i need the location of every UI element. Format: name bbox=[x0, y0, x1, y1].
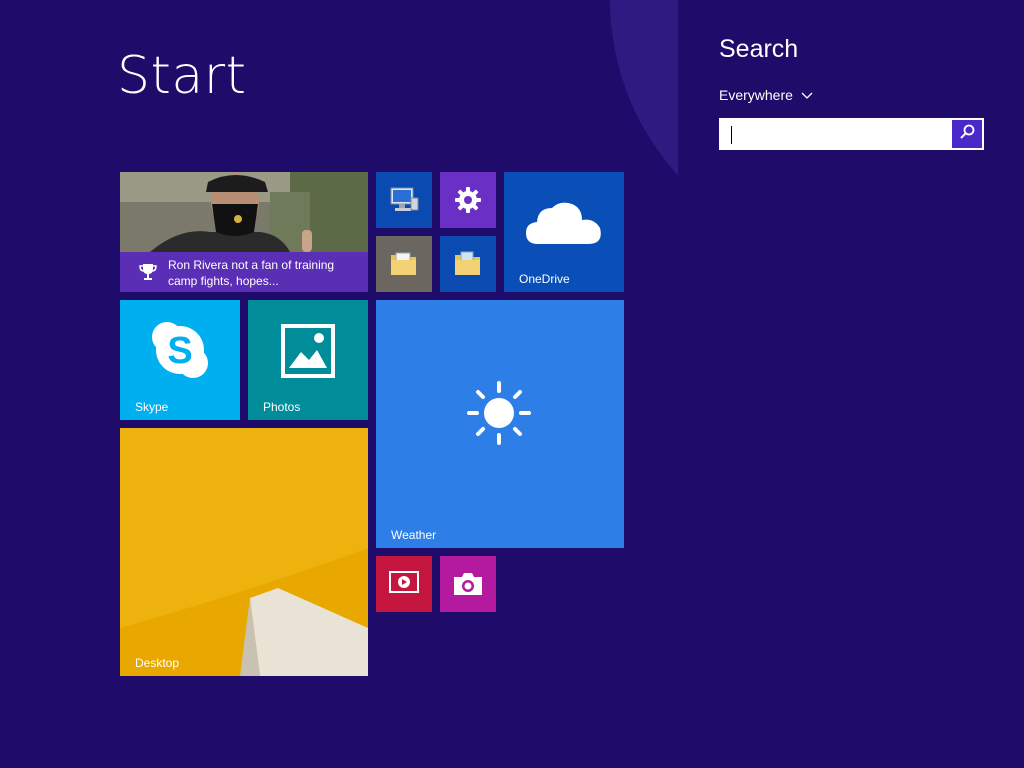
search-icon bbox=[959, 124, 975, 145]
svg-text:S: S bbox=[167, 330, 192, 372]
search-pane-title: Search bbox=[719, 35, 799, 63]
onedrive-tile[interactable]: OneDrive bbox=[504, 172, 624, 292]
photos-icon bbox=[281, 324, 335, 383]
search-pane: Search Everywhere bbox=[678, 0, 1024, 768]
folder-tile[interactable] bbox=[440, 236, 496, 292]
computer-icon bbox=[388, 184, 420, 221]
trophy-icon bbox=[138, 262, 158, 287]
news-caption: Ron Rivera not a fan of training camp fi… bbox=[120, 252, 368, 292]
video-icon bbox=[389, 571, 419, 600]
skype-icon: S bbox=[149, 319, 211, 386]
text-caret bbox=[731, 126, 732, 144]
news-photo bbox=[120, 172, 368, 252]
camera-icon bbox=[452, 571, 484, 602]
photos-label: Photos bbox=[263, 399, 301, 414]
gear-icon bbox=[453, 185, 483, 220]
skype-label: Skype bbox=[135, 399, 169, 414]
weather-label: Weather bbox=[391, 527, 437, 542]
search-scope-value: Everywhere bbox=[719, 87, 793, 103]
file-explorer-tile[interactable] bbox=[376, 236, 432, 292]
search-input[interactable] bbox=[721, 120, 952, 148]
search-scope-dropdown[interactable]: Everywhere bbox=[719, 87, 813, 103]
start-title: Start bbox=[117, 46, 247, 106]
search-box bbox=[719, 118, 984, 150]
computer-tile[interactable] bbox=[376, 172, 432, 228]
cloud-icon bbox=[524, 198, 604, 253]
folder-icon bbox=[452, 248, 484, 285]
sun-icon bbox=[466, 380, 532, 451]
desktop-label: Desktop bbox=[135, 655, 180, 670]
onedrive-label: OneDrive bbox=[519, 271, 570, 286]
camera-tile[interactable] bbox=[440, 556, 496, 612]
start-screen: Start Ron Rivera not a fan of training c… bbox=[0, 0, 678, 768]
weather-tile[interactable]: Weather bbox=[376, 300, 624, 548]
folder-icon bbox=[388, 248, 420, 285]
chevron-down-icon bbox=[801, 87, 813, 103]
settings-tile[interactable] bbox=[440, 172, 496, 228]
desktop-tile[interactable]: Desktop bbox=[120, 428, 368, 676]
desktop-wallpaper bbox=[120, 428, 368, 676]
search-button[interactable] bbox=[952, 120, 982, 148]
skype-tile[interactable]: S Skype bbox=[120, 300, 240, 420]
video-tile[interactable] bbox=[376, 556, 432, 612]
news-tile[interactable]: Ron Rivera not a fan of training camp fi… bbox=[120, 172, 368, 292]
news-headline: Ron Rivera not a fan of training camp fi… bbox=[168, 258, 335, 288]
photos-tile[interactable]: Photos bbox=[248, 300, 368, 420]
